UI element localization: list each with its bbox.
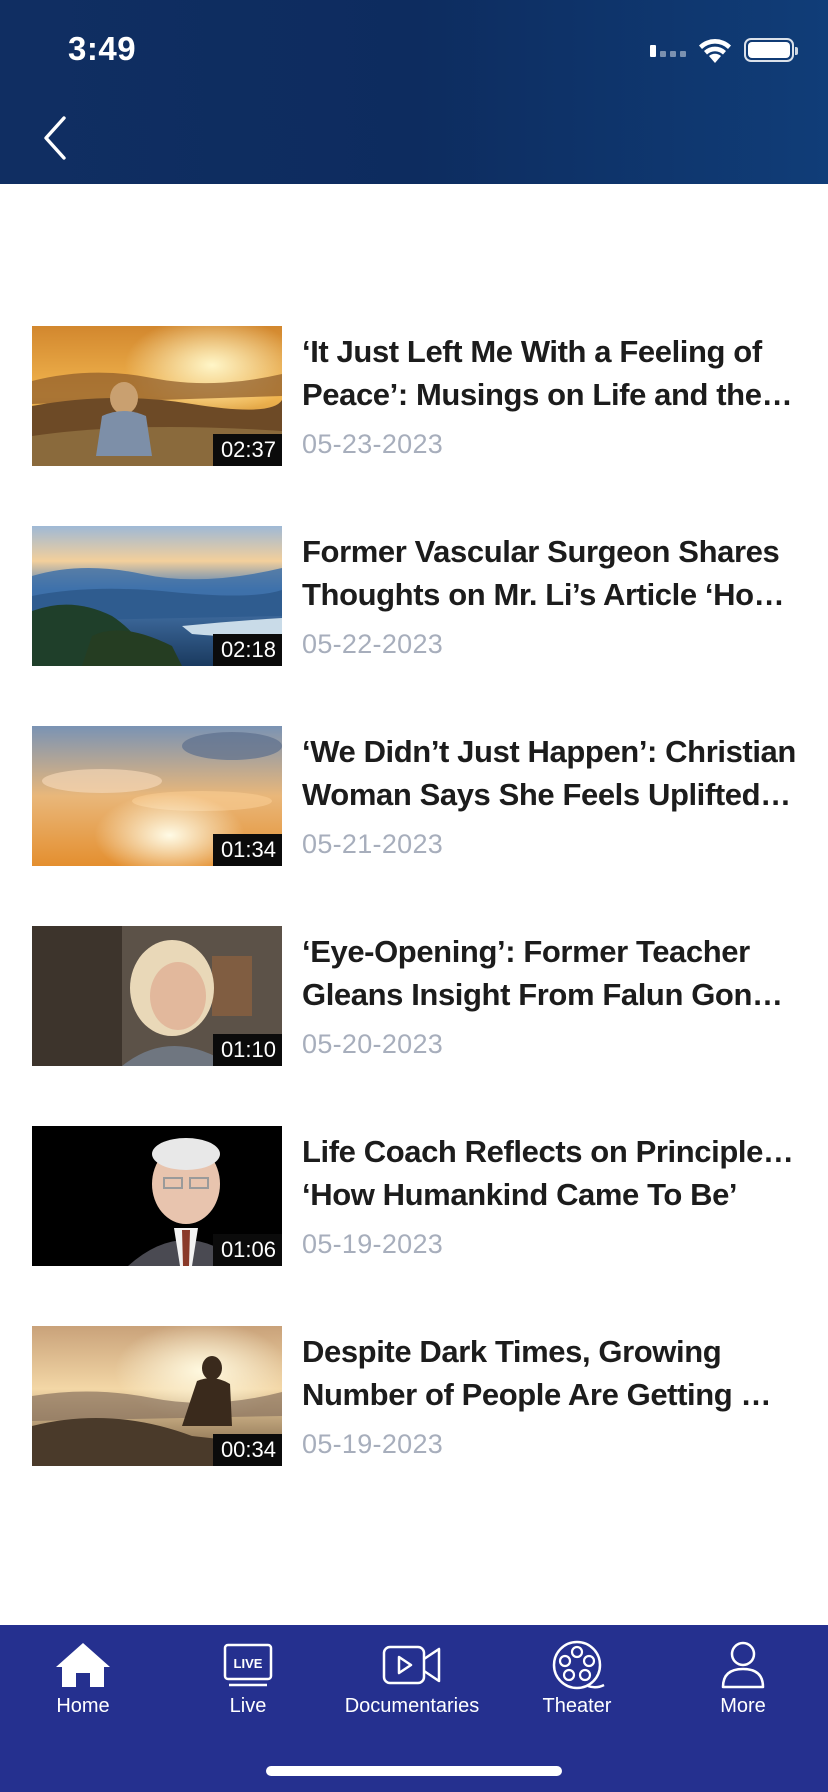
video-title-line-1: ‘We Didn’t Just Happen’: Christian — [302, 734, 796, 769]
video-date: 05-19-2023 — [302, 1429, 444, 1459]
nav-header: 3:49 — [0, 0, 828, 184]
video-list-item[interactable]: 01:06 Life Coach Reflects on Principles … — [0, 1126, 828, 1326]
battery-icon — [744, 38, 798, 62]
video-list-item[interactable]: 02:37 ‘It Just Left Me With a Feeling of… — [0, 326, 828, 526]
tab-live-label: Live — [229, 1695, 267, 1717]
video-date: 05-21-2023 — [302, 829, 444, 859]
chevron-left-icon — [44, 116, 66, 160]
video-list: 02:37 ‘It Just Left Me With a Feeling of… — [0, 326, 828, 1526]
film-reel-icon — [552, 1640, 605, 1690]
status-icons — [650, 36, 798, 64]
video-date: 05-20-2023 — [302, 1029, 444, 1059]
video-title-line-2: Gleans Insight From Falun Gong Founder — [302, 977, 798, 1012]
video-camera-icon — [382, 1645, 441, 1685]
live-badge-text: LIVE — [234, 1656, 263, 1671]
cellular-signal-icon — [650, 43, 686, 57]
video-thumbnail[interactable]: 01:10 — [32, 926, 282, 1066]
tab-home[interactable]: Home — [8, 1639, 158, 1739]
wifi-icon — [699, 39, 731, 63]
video-title-line-2: Peace’: Musings on Life and the Afterlif… — [302, 377, 798, 412]
video-title[interactable]: ‘Eye-Opening’: Former Teacher Gleans Ins… — [302, 930, 798, 1016]
tab-documentaries-label: Documentaries — [344, 1695, 480, 1717]
tab-home-label: Home — [56, 1695, 110, 1717]
video-thumbnail[interactable]: 00:34 — [32, 1326, 282, 1466]
video-title[interactable]: Life Coach Reflects on Principles in ‘Ho… — [302, 1130, 798, 1216]
tab-more[interactable]: More — [668, 1639, 818, 1739]
home-indicator — [266, 1766, 562, 1776]
video-title-line-1: Life Coach Reflects on Principles in — [302, 1134, 798, 1169]
video-date: 05-22-2023 — [302, 629, 444, 659]
video-duration: 01:06 — [212, 1234, 282, 1266]
video-title-line-2: Number of People Are Getting Wiser — [302, 1377, 798, 1412]
video-date: 05-23-2023 — [302, 429, 444, 459]
video-thumbnail[interactable]: 02:18 — [32, 526, 282, 666]
video-thumbnail[interactable]: 02:37 — [32, 326, 282, 466]
user-icon — [721, 1641, 765, 1689]
video-date: 05-19-2023 — [302, 1229, 444, 1259]
video-title-line-2: Thoughts on Mr. Li’s Article ‘How Humank… — [302, 577, 798, 612]
home-icon — [56, 1643, 110, 1687]
status-time: 3:49 — [68, 30, 137, 67]
video-thumbnail[interactable]: 01:34 — [32, 726, 282, 866]
tab-documentaries[interactable]: Documentaries — [337, 1639, 487, 1739]
video-title-line-1: Former Vascular Surgeon Shares — [302, 534, 780, 569]
video-title-line-2: Woman Says She Feels Uplifted After Read… — [302, 777, 798, 812]
live-tv-icon: LIVE — [223, 1643, 273, 1687]
tab-more-label: More — [720, 1695, 766, 1717]
video-title[interactable]: Former Vascular Surgeon Shares Thoughts … — [302, 530, 798, 616]
bottom-tab-bar: Home LIVE Live Documentaries Theater Mor… — [0, 1625, 828, 1792]
video-list-item[interactable]: 02:18 Former Vascular Surgeon Shares Tho… — [0, 526, 828, 726]
video-title[interactable]: Despite Dark Times, Growing Number of Pe… — [302, 1330, 798, 1416]
back-button[interactable] — [32, 112, 78, 164]
video-duration: 01:34 — [212, 834, 282, 866]
video-title-line-2: ‘How Humankind Came To Be’ — [302, 1177, 738, 1212]
video-title[interactable]: ‘We Didn’t Just Happen’: Christian Woman… — [302, 730, 798, 816]
video-list-item[interactable]: 00:34 Despite Dark Times, Growing Number… — [0, 1326, 828, 1526]
tab-live[interactable]: LIVE Live — [173, 1639, 323, 1739]
video-title-line-1: ‘Eye-Opening’: Former Teacher — [302, 934, 750, 969]
video-duration: 01:10 — [212, 1034, 282, 1066]
video-duration: 00:34 — [212, 1434, 282, 1466]
video-duration: 02:18 — [212, 634, 282, 666]
video-title-line-1: Despite Dark Times, Growing — [302, 1334, 722, 1369]
video-title-line-1: ‘It Just Left Me With a Feeling of — [302, 334, 762, 369]
tab-theater-label: Theater — [542, 1695, 612, 1717]
tab-theater[interactable]: Theater — [502, 1639, 652, 1739]
video-duration: 02:37 — [212, 434, 282, 466]
video-list-item[interactable]: 01:10 ‘Eye-Opening’: Former Teacher Glea… — [0, 926, 828, 1126]
video-list-item[interactable]: 01:34 ‘We Didn’t Just Happen’: Christian… — [0, 726, 828, 926]
video-title[interactable]: ‘It Just Left Me With a Feeling of Peace… — [302, 330, 798, 416]
video-thumbnail[interactable]: 01:06 — [32, 1126, 282, 1266]
